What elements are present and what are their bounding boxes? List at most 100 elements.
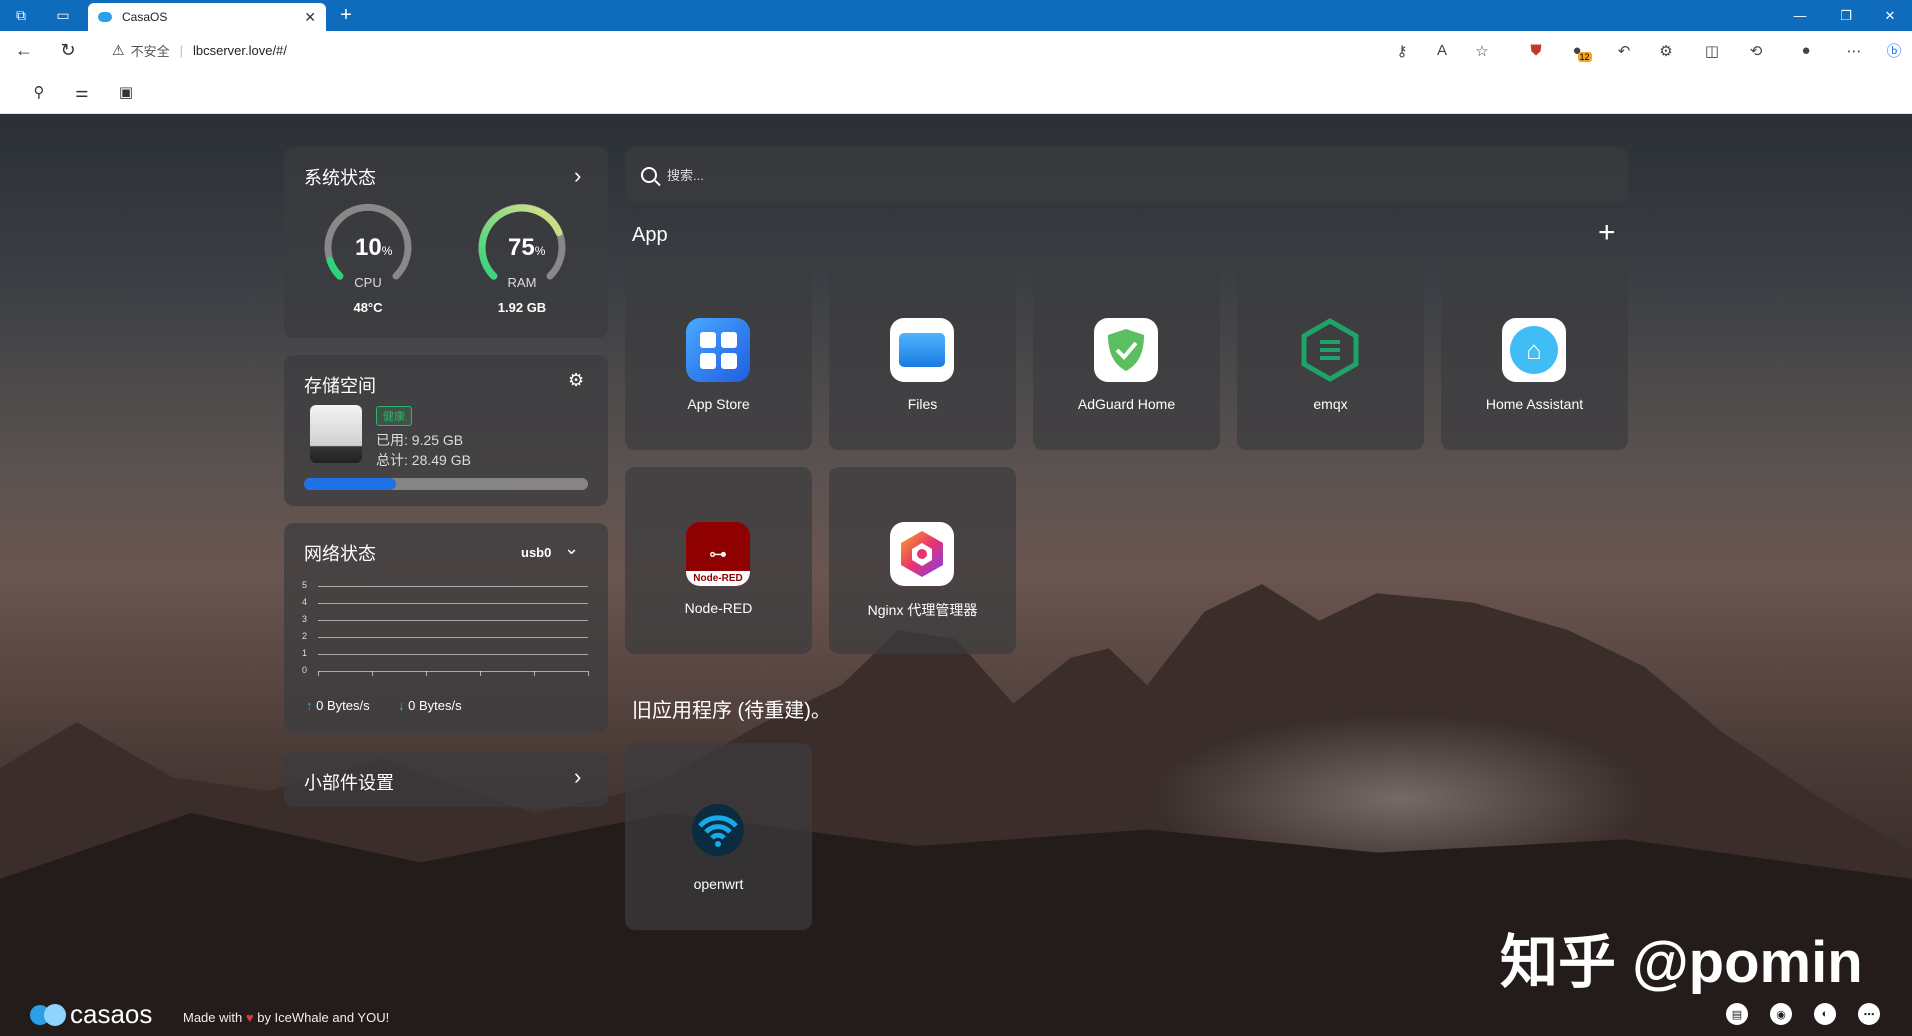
gear-icon[interactable]: ⚙ [568, 370, 584, 391]
chat-icon[interactable]: ▤ [1726, 1003, 1748, 1025]
add-app-icon[interactable]: + [1598, 218, 1616, 248]
extension-badge-icon[interactable]: ● 12 [1564, 31, 1600, 70]
key-icon[interactable]: ⚷ [1384, 31, 1420, 70]
network-x-tick [372, 671, 373, 676]
upload-speed: ↑ 0 Bytes/s [306, 698, 370, 713]
app-tile-files[interactable]: Files [829, 263, 1016, 450]
ram-value: 75% [508, 234, 546, 261]
search-input[interactable]: 搜索... [625, 147, 1628, 202]
storage-title: 存储空间 [304, 376, 376, 396]
network-grid-line [318, 637, 588, 638]
wifi-icon [686, 798, 750, 862]
folder-icon [890, 318, 954, 382]
profile-avatar-icon[interactable]: ● [1788, 31, 1824, 70]
cpu-gauge-fill [326, 256, 344, 280]
app-tile-node-red[interactable]: ⊶ Node-RED Node-RED [625, 467, 812, 654]
storage-used: 已用: 9.25 GB [376, 432, 464, 448]
app-name: AdGuard Home [1077, 396, 1176, 412]
back-icon[interactable]: ← [2, 31, 46, 70]
network-grid-line [318, 620, 588, 621]
storage-progress-bar [304, 478, 588, 490]
app-tile-adguard-home[interactable]: AdGuard Home [1033, 263, 1220, 450]
undo-icon[interactable]: ↶ [1606, 31, 1642, 70]
app-tile-nginx-proxy-manager[interactable]: Nginx 代理管理器 [829, 467, 1016, 654]
read-aloud-icon[interactable]: A [1424, 31, 1460, 70]
app-tile-home-assistant[interactable]: ⌂ Home Assistant [1441, 263, 1628, 450]
app-name: Nginx 代理管理器 [867, 602, 978, 618]
url-input[interactable]: ⚠ 不安全 | lbcserver.love/#/ [100, 36, 1510, 65]
favorite-star-icon[interactable]: ☆ [1464, 31, 1500, 70]
terminal-icon[interactable]: ▣ [115, 82, 137, 102]
download-speed: ↓ 0 Bytes/s [398, 698, 462, 713]
app-store-icon [686, 318, 750, 382]
cpu-label: CPU [354, 275, 382, 290]
app-name: Home Assistant [1485, 396, 1584, 412]
search-placeholder: 搜索... [667, 168, 704, 183]
app-name: App Store [687, 396, 750, 412]
restore-icon[interactable]: ❐ [1824, 0, 1868, 31]
storage-total: 总计: 28.49 GB [376, 452, 471, 468]
app-tile-openwrt[interactable]: openwrt [625, 743, 812, 930]
network-x-tick [534, 671, 535, 676]
made-with-text: Made with ♥ by IceWhale and YOU! [183, 1010, 390, 1025]
extensions-icon[interactable]: ⚙ [1648, 31, 1684, 70]
ram-usage: 1.92 GB [497, 300, 547, 315]
refresh-icon[interactable]: ↻ [46, 31, 90, 70]
system-status-title: 系统状态 [304, 168, 376, 188]
discord-icon[interactable]: ◉ [1770, 1003, 1792, 1025]
github-icon[interactable]: ◐ [1814, 1003, 1836, 1025]
account-icon[interactable]: ⚲ [28, 82, 50, 102]
app-name: Files [907, 396, 938, 412]
network-x-tick [426, 671, 427, 676]
split-screen-icon[interactable]: ◫ [1694, 31, 1730, 70]
feedback-icon[interactable]: ⋯ [1858, 1003, 1880, 1025]
more-menu-icon[interactable]: ⋯ [1836, 31, 1872, 70]
shield-check-icon [1094, 318, 1158, 382]
disk-icon [310, 405, 362, 463]
url-separator: | [179, 43, 183, 58]
search-icon [641, 166, 657, 183]
chevron-down-icon[interactable]: ⌄ [564, 538, 579, 559]
tab-close-icon[interactable]: ✕ [304, 9, 316, 26]
insecure-label[interactable]: 不安全 [131, 41, 170, 60]
network-interface-select[interactable]: usb0 [521, 545, 551, 560]
network-grid-line [318, 654, 588, 655]
heart-icon: ♥ [245, 1010, 254, 1025]
app-name: Node-RED [684, 600, 753, 616]
app-tile-emqx[interactable]: emqx [1237, 263, 1424, 450]
chevron-right-icon[interactable]: › [574, 163, 581, 189]
ublock-icon[interactable]: ⛊ [1518, 31, 1554, 70]
browser-tab-casaos[interactable]: CasaOS ✕ [88, 3, 326, 31]
cpu-temperature: 48°C [353, 300, 383, 315]
close-window-icon[interactable]: ✕ [1868, 0, 1912, 31]
network-y-tick: 4 [302, 597, 308, 607]
network-x-tick [480, 671, 481, 676]
bing-icon[interactable]: ⓑ [1876, 31, 1912, 70]
cpu-value: 10% [355, 234, 393, 261]
node-red-icon-text: Node-RED [686, 571, 750, 586]
network-x-tick [318, 671, 319, 676]
app-tile-app-store[interactable]: App Store [625, 263, 812, 450]
chevron-right-icon[interactable]: › [574, 764, 581, 790]
apps-section-title: App [632, 224, 668, 246]
emqx-hexagon-icon [1298, 318, 1362, 382]
new-tab-button[interactable]: + [334, 4, 358, 27]
arrow-down-icon: ↓ [398, 698, 405, 713]
home-assistant-icon: ⌂ [1502, 318, 1566, 382]
warning-icon: ⚠ [112, 42, 125, 58]
node-red-icon: ⊶ Node-RED [686, 522, 750, 586]
logo-text: casaos [70, 999, 153, 1029]
tab-actions-icon[interactable]: ▭ [46, 0, 80, 31]
settings-sliders-icon[interactable]: ⚌ [71, 82, 93, 102]
network-x-tick [588, 671, 589, 676]
url-text: lbcserver.love/#/ [192, 43, 287, 58]
network-grid-line [318, 586, 588, 587]
minimize-icon[interactable]: — [1778, 0, 1822, 31]
app-name: emqx [1313, 396, 1348, 412]
workspaces-icon[interactable]: ⧉ [4, 0, 38, 31]
history-icon[interactable]: ⟲ [1738, 31, 1774, 70]
casaos-logo[interactable]: casaos [30, 999, 152, 1030]
nginx-proxy-icon [890, 522, 954, 586]
network-y-tick: 1 [302, 648, 308, 658]
arrow-up-icon: ↑ [306, 698, 313, 713]
